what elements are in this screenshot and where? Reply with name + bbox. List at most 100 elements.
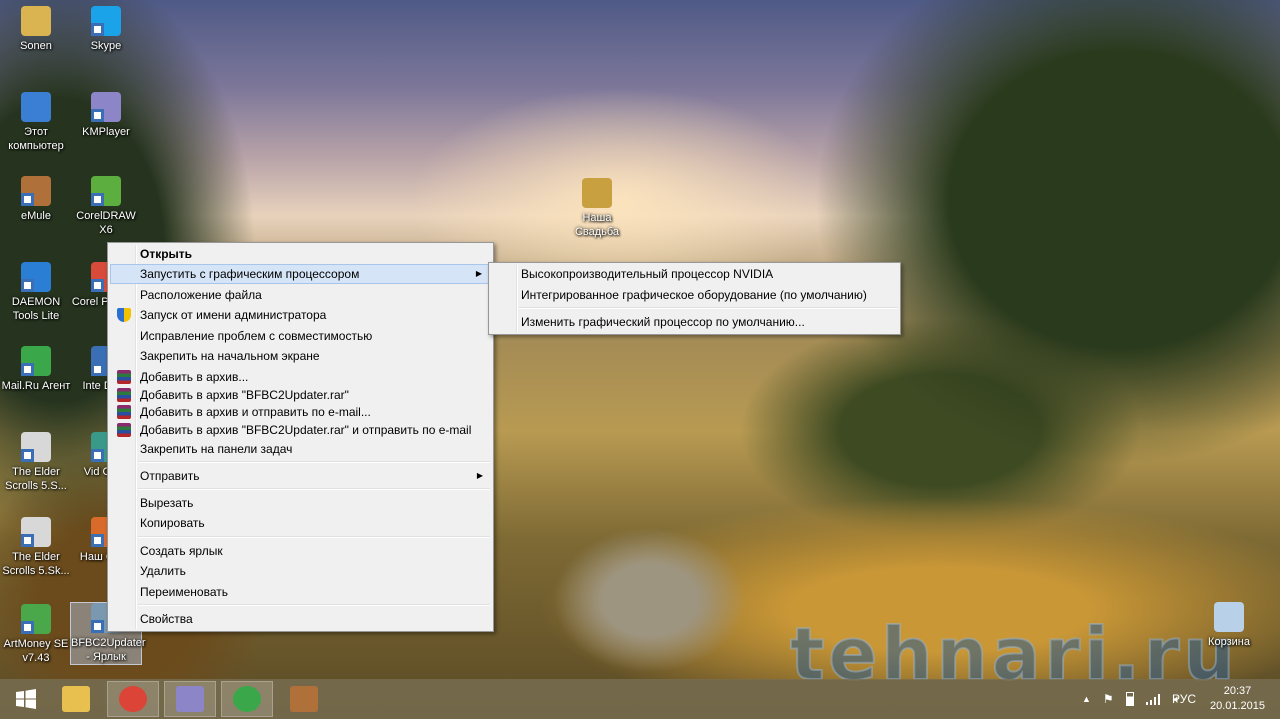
menu-item[interactable]: Закрепить на начальном экране	[110, 346, 491, 366]
desktop-icon-label: Sonen	[20, 40, 52, 52]
taskbar-button[interactable]	[164, 681, 216, 717]
winrar-icon	[117, 405, 131, 419]
desktop-icon[interactable]: CorelDRAW X6	[70, 176, 142, 237]
winrar-icon	[117, 370, 131, 384]
app-icon	[21, 92, 51, 122]
menu-item-label: Открыть	[140, 247, 193, 261]
submenu-item[interactable]: Интегрированное графическое оборудование…	[491, 285, 898, 305]
network-signal-icon[interactable]	[1145, 693, 1162, 705]
app-icon	[582, 178, 612, 208]
app-icon	[21, 517, 51, 547]
desktop-icon-label: Mail.Ru Агент	[1, 380, 71, 392]
submenu-item-label: Изменить графический процессор по умолча…	[521, 315, 805, 329]
menu-item-label: Удалить	[140, 564, 186, 578]
desktop-icon[interactable]: Корзина	[1193, 602, 1265, 649]
menu-separator	[138, 488, 490, 490]
windows-logo-icon	[16, 689, 36, 709]
taskbar-button[interactable]	[50, 681, 102, 717]
menu-item-label: Свойства	[140, 612, 193, 626]
context-menu: Открыть Запустить с графическим процессор…	[107, 242, 494, 632]
menu-item-label: Закрепить на панели задач	[140, 442, 293, 456]
desktop-icon[interactable]: Sonen	[0, 6, 72, 53]
app-icon	[21, 604, 51, 634]
app-icon	[21, 176, 51, 206]
menu-item[interactable]: Открыть	[110, 244, 491, 264]
desktop-icon-label: Корзина	[1208, 636, 1250, 648]
desktop-icon-label: ArtMoney SE v7.43	[3, 638, 69, 664]
submenu-item-label: Интегрированное графическое оборудование…	[521, 288, 867, 302]
taskbar-button[interactable]	[278, 681, 330, 717]
desktop-icon[interactable]: Mail.Ru Агент	[0, 346, 72, 393]
desktop-icon[interactable]: DAEMON Tools Lite	[0, 262, 72, 323]
start-button[interactable]	[0, 681, 52, 717]
menu-item-label: Закрепить на начальном экране	[140, 349, 320, 363]
battery-icon[interactable]	[1125, 692, 1134, 706]
app-icon	[21, 6, 51, 36]
menu-item[interactable]: Добавить в архив "BFBC2Updater.rar" и от…	[110, 420, 491, 440]
desktop-icon[interactable]: The Elder Scrolls 5.Sk...	[0, 517, 72, 578]
desktop-icon-label: KMPlayer	[82, 126, 130, 138]
menu-item[interactable]: Добавить в архив и отправить по e-mail..…	[110, 402, 491, 422]
clock[interactable]: 20:37 20.01.2015	[1210, 679, 1265, 719]
wallpaper-path	[520, 500, 780, 680]
menu-item[interactable]: Расположение файла	[110, 285, 491, 305]
gpu-submenu: Высокопроизводительный процессор NVIDIA И…	[488, 262, 901, 335]
desktop-icon[interactable]: The Elder Scrolls 5.S...	[0, 432, 72, 493]
emule-icon	[290, 686, 318, 712]
menu-item-label: Запустить с графическим процессором	[140, 267, 360, 281]
menu-item[interactable]: Добавить в архив...	[110, 367, 491, 387]
clock-time: 20:37	[1223, 685, 1252, 697]
submenu-item-label: Высокопроизводительный процессор NVIDIA	[521, 267, 774, 281]
desktop-icon-label: Этот компьютер	[8, 126, 64, 152]
menu-item[interactable]: Свойства	[110, 609, 491, 629]
desktop-icon[interactable]: Skype	[70, 6, 142, 53]
desktop-icon[interactable]: ArtMoney SE v7.43	[0, 604, 72, 665]
winrar-icon	[117, 388, 131, 402]
desktop-icon-label: The Elder Scrolls 5.S...	[5, 466, 67, 492]
menu-item-label: Создать ярлык	[140, 544, 223, 558]
menu-item-label: Добавить в архив "BFBC2Updater.rar"	[140, 388, 349, 402]
app-icon	[1214, 602, 1244, 632]
shield-icon	[117, 308, 131, 322]
app-icon	[91, 6, 121, 36]
menu-separator	[138, 536, 490, 538]
desktop-icon-label: DAEMON Tools Lite	[11, 296, 61, 322]
desktop-icon[interactable]: Наша Свадьба	[561, 178, 633, 239]
chrome-icon	[119, 686, 147, 712]
menu-item[interactable]: Исправление проблем с совместимостью	[110, 326, 491, 346]
action-center-flag-icon[interactable]: ⚑	[1103, 692, 1114, 706]
submenu-arrow-icon: ▶	[475, 269, 482, 278]
submenu-item[interactable]: Изменить графический процессор по умолча…	[491, 312, 898, 332]
taskbar-button[interactable]	[107, 681, 159, 717]
menu-item-label: Вырезать	[140, 496, 194, 510]
desktop-icon-label: eMule	[21, 210, 51, 222]
app-icon	[21, 262, 51, 292]
desktop-icon-label: BFBC2Updater - Ярлык	[71, 637, 146, 663]
menu-item-label: Расположение файла	[140, 288, 262, 302]
taskbar-button[interactable]	[221, 681, 273, 717]
menu-separator	[138, 604, 490, 606]
desktop-icon[interactable]: eMule	[0, 176, 72, 223]
submenu-item[interactable]: Высокопроизводительный процессор NVIDIA	[491, 264, 898, 284]
desktop-icon[interactable]: KMPlayer	[70, 92, 142, 139]
winrar-icon	[117, 423, 131, 437]
desktop-icon-label: The Elder Scrolls 5.Sk...	[2, 551, 70, 577]
menu-item-label: Добавить в архив и отправить по e-mail..…	[140, 405, 371, 419]
menu-item[interactable]: Удалить	[110, 561, 491, 581]
menu-item[interactable]: Запуск от имени администратора	[110, 305, 491, 325]
menu-item[interactable]: Переименовать	[110, 582, 491, 602]
menu-item-label: Запуск от имени администратора	[140, 308, 327, 322]
menu-item-label: Переименовать	[140, 585, 228, 599]
show-hidden-icons-button[interactable]: ▲	[1082, 694, 1091, 704]
menu-item[interactable]: Копировать	[110, 513, 491, 533]
kmplayer-icon	[176, 686, 204, 712]
menu-item[interactable]: Закрепить на панели задач	[110, 439, 491, 459]
desktop-icon-label: Наша Свадьба	[574, 212, 620, 238]
menu-item[interactable]: Запустить с графическим процессором ▶	[110, 264, 491, 284]
input-language[interactable]: РУС	[1172, 679, 1196, 719]
menu-item[interactable]: Вырезать	[110, 493, 491, 513]
menu-item[interactable]: Отправить ▶	[110, 466, 491, 486]
menu-item[interactable]: Создать ярлык	[110, 541, 491, 561]
desktop-icon[interactable]: Этот компьютер	[0, 92, 72, 153]
submenu-arrow-icon: ▶	[476, 471, 483, 480]
